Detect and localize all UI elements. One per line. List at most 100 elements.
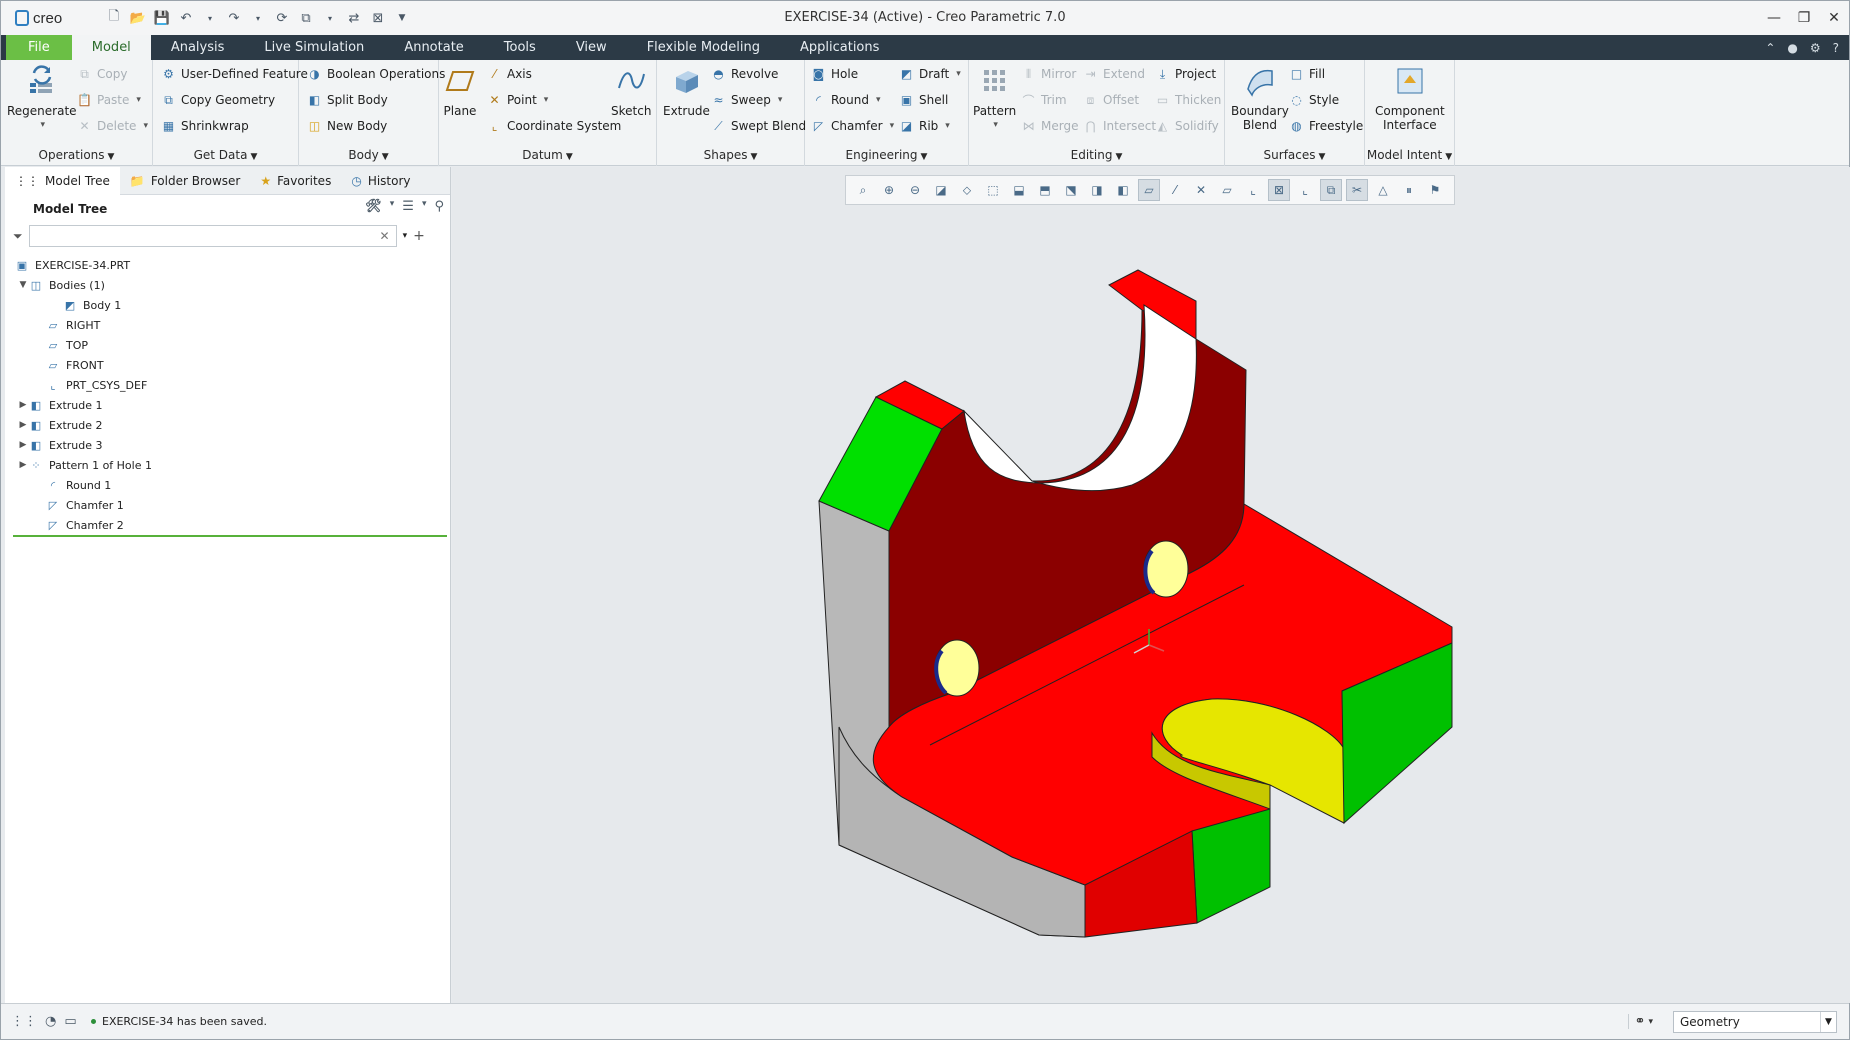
copy-geometry-button[interactable]: ⧉ Copy Geometry <box>161 90 275 110</box>
pattern-dropdown-icon[interactable]: ▾ <box>993 118 998 132</box>
tree-item[interactable]: ▶ ◧ Extrude 2 <box>5 415 450 435</box>
regenerate-button[interactable]: Regenerate ▾ <box>7 64 77 132</box>
round-dropdown-icon[interactable]: ▾ <box>876 95 881 105</box>
boolean-operations-button[interactable]: ◑ Boolean Operations <box>307 64 445 84</box>
axis-button[interactable]: ⁄ Axis <box>487 64 531 84</box>
redo-dropdown-icon[interactable]: ▾ <box>249 9 267 27</box>
find-button[interactable]: ⚭ ▾ <box>1627 1014 1653 1029</box>
point-button[interactable]: ✕ Point ▾ <box>487 90 548 110</box>
user-defined-feature-button[interactable]: ⚙ User-Defined Feature <box>161 64 308 84</box>
style-button[interactable]: ◌ Style <box>1289 90 1339 110</box>
intersect-button[interactable]: ⋂ Intersect <box>1083 116 1157 136</box>
tab-analysis[interactable]: Analysis <box>151 35 245 60</box>
tree-settings-dropdown-icon[interactable]: ▾ <box>390 199 395 214</box>
thicken-button[interactable]: ▭ Thicken <box>1155 90 1222 110</box>
user-icon[interactable]: ● <box>1787 41 1797 55</box>
new-body-button[interactable]: ◫ New Body <box>307 116 387 136</box>
sweep-button[interactable]: ≈ Sweep ▾ <box>711 90 782 110</box>
mirror-button[interactable]: ⫴ Mirror <box>1021 64 1076 84</box>
fill-button[interactable]: □ Fill <box>1289 64 1325 84</box>
component-interface-button[interactable]: Component Interface <box>1375 64 1445 132</box>
navigator-toggle-icon[interactable]: ⋮⋮ <box>11 1014 37 1029</box>
extend-button[interactable]: ⇥ Extend <box>1083 64 1145 84</box>
regenerate-icon[interactable]: ⟳ <box>273 9 291 27</box>
sketch-button[interactable]: Sketch <box>611 64 651 118</box>
windows-icon[interactable]: ⧉ <box>297 9 315 27</box>
tab-view[interactable]: View <box>556 35 627 60</box>
round-button[interactable]: ◜ Round ▾ <box>811 90 881 110</box>
regenerate-dropdown-icon[interactable]: ▾ <box>41 118 46 132</box>
collapse-ribbon-icon[interactable]: ⌃ <box>1765 41 1775 55</box>
tree-item[interactable]: ▶ ◧ Extrude 1 <box>5 395 450 415</box>
shrinkwrap-button[interactable]: ▦ Shrinkwrap <box>161 116 249 136</box>
solidify-button[interactable]: ◭ Solidify <box>1155 116 1219 136</box>
shell-button[interactable]: ▣ Shell <box>899 90 948 110</box>
tab-tools[interactable]: Tools <box>484 35 556 60</box>
redo-icon[interactable]: ↷ <box>225 9 243 27</box>
copy-button[interactable]: ⧉ Copy <box>77 64 127 84</box>
delete-button[interactable]: ✕ Delete ▾ <box>77 116 148 136</box>
undo-dropdown-icon[interactable]: ▾ <box>201 9 219 27</box>
tab-history[interactable]: ◷ History <box>341 167 420 195</box>
show-icon[interactable]: ☰ <box>402 199 414 214</box>
trim-button[interactable]: ⌒ Trim <box>1021 90 1066 110</box>
expand-toggle-icon[interactable]: ▶ <box>17 460 29 470</box>
clear-search-icon[interactable]: ✕ <box>380 229 390 243</box>
tab-flexible-modeling[interactable]: Flexible Modeling <box>627 35 780 60</box>
paste-dropdown-icon[interactable]: ▾ <box>136 95 141 105</box>
body-group-label[interactable]: Body ▼ <box>299 148 438 162</box>
merge-button[interactable]: ⋈ Merge <box>1021 116 1079 136</box>
maximize-icon[interactable]: ❐ <box>1789 1 1819 35</box>
paste-button[interactable]: 📋 Paste ▾ <box>77 90 141 110</box>
tree-item[interactable]: ▼ ◫ Bodies (1) <box>5 275 450 295</box>
chamfer-button[interactable]: ◸ Chamfer ▾ <box>811 116 894 136</box>
tree-item[interactable]: ▶ ⁘ Pattern 1 of Hole 1 <box>5 455 450 475</box>
tree-item[interactable]: ▣ EXERCISE-34.PRT <box>5 255 450 275</box>
tab-applications[interactable]: Applications <box>780 35 899 60</box>
tab-folder-browser[interactable]: 📁 Folder Browser <box>120 167 250 195</box>
offset-button[interactable]: ⧈ Offset <box>1083 90 1139 110</box>
minimize-icon[interactable]: — <box>1759 1 1789 35</box>
tree-settings-icon[interactable]: 🛠 <box>365 199 382 214</box>
tree-item[interactable]: ▱ TOP <box>5 335 450 355</box>
tree-item[interactable]: ▶ ◧ Extrude 3 <box>5 435 450 455</box>
tree-item[interactable]: ◩ Body 1 <box>5 295 450 315</box>
show-dropdown-icon[interactable]: ▾ <box>422 199 427 214</box>
tree-item[interactable]: ◜ Round 1 <box>5 475 450 495</box>
tab-favorites[interactable]: ★ Favorites <box>250 167 341 195</box>
extrude-button[interactable]: Extrude <box>663 64 710 118</box>
surfaces-group-label[interactable]: Surfaces ▼ <box>1225 148 1364 162</box>
expand-toggle-icon[interactable]: ▶ <box>17 400 29 410</box>
split-body-button[interactable]: ◧ Split Body <box>307 90 388 110</box>
chamfer-dropdown-icon[interactable]: ▾ <box>890 121 895 131</box>
draft-button[interactable]: ◩ Draft ▾ <box>899 64 961 84</box>
point-dropdown-icon[interactable]: ▾ <box>544 95 549 105</box>
engineering-group-label[interactable]: Engineering ▼ <box>805 148 968 162</box>
tree-filter-icon[interactable]: ⚲ <box>434 199 444 214</box>
shapes-group-label[interactable]: Shapes ▼ <box>657 148 804 162</box>
tree-item[interactable]: ◸ Chamfer 1 <box>5 495 450 515</box>
plane-button[interactable]: Plane <box>443 64 477 118</box>
tree-item[interactable]: ⌞ PRT_CSYS_DEF <box>5 375 450 395</box>
project-button[interactable]: ⤓ Project <box>1155 64 1216 84</box>
tab-file[interactable]: File <box>6 35 72 60</box>
pattern-button[interactable]: Pattern ▾ <box>973 64 1016 132</box>
delete-dropdown-icon[interactable]: ▾ <box>143 121 148 131</box>
part-model-3d[interactable] <box>452 167 1850 1003</box>
settings-icon[interactable]: ⚙ <box>1810 41 1821 55</box>
editing-group-label[interactable]: Editing ▼ <box>969 148 1224 162</box>
hole-button[interactable]: ◙ Hole <box>811 64 858 84</box>
expand-toggle-icon[interactable]: ▼ <box>17 280 29 290</box>
search-options-dropdown-icon[interactable]: ▾ <box>403 231 408 241</box>
add-search-icon[interactable]: + <box>413 228 425 244</box>
switch-window-icon[interactable]: ⇄ <box>345 9 363 27</box>
close-window-icon[interactable]: ⊠ <box>369 9 387 27</box>
freestyle-button[interactable]: ◍ Freestyle <box>1289 116 1363 136</box>
sweep-dropdown-icon[interactable]: ▾ <box>778 95 783 105</box>
face-arc-cut[interactable] <box>963 304 1197 492</box>
operations-group-label[interactable]: Operations ▼ <box>1 148 152 162</box>
browser-toggle-icon[interactable]: ◔ <box>45 1014 56 1029</box>
help-icon[interactable]: ? <box>1833 41 1839 55</box>
tree-search-input[interactable]: ✕ <box>28 225 397 247</box>
expand-toggle-icon[interactable]: ▶ <box>17 420 29 430</box>
